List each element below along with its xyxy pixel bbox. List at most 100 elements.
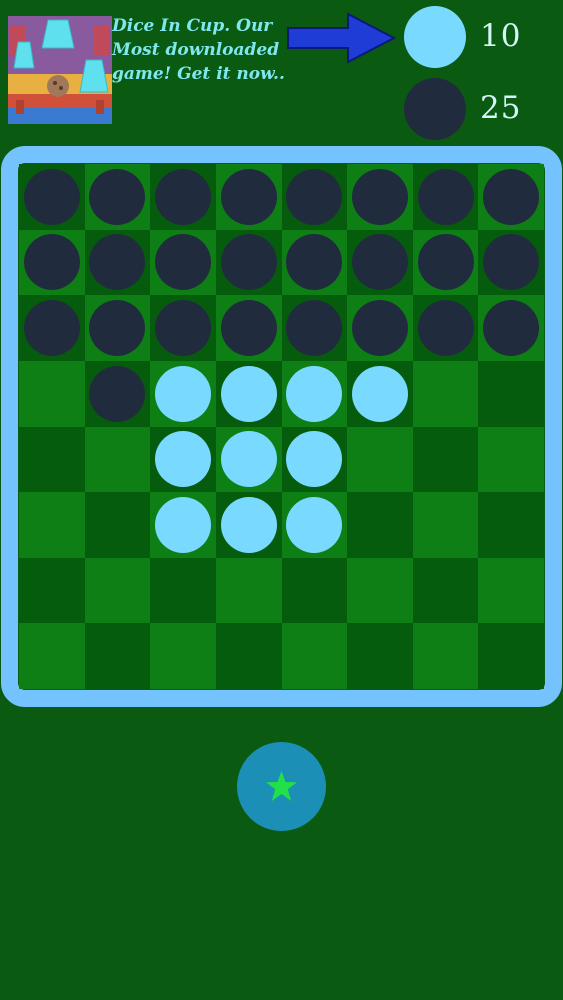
board-cell-r4-c2[interactable]	[84, 360, 151, 427]
star-icon	[266, 771, 297, 801]
board-cell-r5-c4[interactable]	[215, 426, 282, 493]
board-cell-r3-c3[interactable]	[150, 295, 216, 361]
board-cell-r8-c7[interactable]	[412, 623, 479, 689]
dark-piece-icon	[404, 78, 466, 140]
board-cell-r3-c4[interactable]	[215, 295, 282, 361]
board-cell-r4-c7[interactable]	[412, 360, 479, 427]
board-cell-r7-c2[interactable]	[84, 557, 151, 624]
light-score-value: 10	[480, 18, 522, 54]
board-cell-r2-c5[interactable]	[281, 229, 348, 296]
board-cell-r2-c6[interactable]	[347, 229, 413, 296]
light-disc	[286, 365, 343, 422]
dark-disc	[220, 234, 277, 291]
board-cell-r8-c6[interactable]	[347, 623, 413, 689]
board-cell-r6-c6[interactable]	[347, 492, 413, 558]
light-disc	[220, 365, 277, 422]
board-cell-r7-c6[interactable]	[347, 557, 413, 624]
board-cell-r3-c7[interactable]	[412, 295, 479, 361]
board-cell-r6-c2[interactable]	[84, 492, 151, 558]
board-cell-r4-c8[interactable]	[478, 360, 544, 427]
board-cell-r2-c1[interactable]	[19, 229, 85, 296]
ad-text[interactable]: Dice In Cup. Our Most downloaded game! G…	[112, 14, 287, 86]
board-cell-r2-c4[interactable]	[215, 229, 282, 296]
dark-disc	[89, 234, 146, 291]
board-cell-r3-c8[interactable]	[478, 295, 544, 361]
light-piece-icon	[404, 6, 466, 68]
board-cell-r8-c3[interactable]	[150, 623, 216, 689]
dark-disc	[23, 168, 80, 225]
board-cell-r3-c5[interactable]	[281, 295, 348, 361]
board-cell-r3-c2[interactable]	[84, 295, 151, 361]
board-cell-r1-c2[interactable]	[84, 164, 151, 230]
board-cell-r3-c1[interactable]	[19, 295, 85, 361]
board-cell-r3-c6[interactable]	[347, 295, 413, 361]
board-cell-r7-c1[interactable]	[19, 557, 85, 624]
board-cell-r2-c7[interactable]	[412, 229, 479, 296]
dark-disc	[351, 234, 408, 291]
board-cell-r5-c7[interactable]	[412, 426, 479, 493]
board-cell-r8-c5[interactable]	[281, 623, 348, 689]
light-disc	[155, 365, 212, 422]
board-cell-r4-c3[interactable]	[150, 360, 216, 427]
board-cell-r1-c1[interactable]	[19, 164, 85, 230]
light-disc	[220, 496, 277, 553]
ad-banner[interactable]: Dice In Cup. Our Most downloaded game! G…	[8, 10, 396, 130]
light-score: 10	[404, 6, 554, 68]
board-cell-r7-c4[interactable]	[215, 557, 282, 624]
board-cell-r8-c2[interactable]	[84, 623, 151, 689]
dark-disc	[286, 300, 343, 357]
board-cell-r6-c3[interactable]	[150, 492, 216, 558]
board-cell-r2-c3[interactable]	[150, 229, 216, 296]
board-cell-r7-c3[interactable]	[150, 557, 216, 624]
dark-disc	[155, 168, 212, 225]
board-cell-r6-c7[interactable]	[412, 492, 479, 558]
board-cell-r5-c6[interactable]	[347, 426, 413, 493]
dark-disc	[483, 300, 540, 357]
dark-disc	[351, 300, 408, 357]
dark-disc	[286, 234, 343, 291]
board-cell-r8-c1[interactable]	[19, 623, 85, 689]
dice-in-cup-thumbnail[interactable]	[8, 16, 112, 124]
board-cell-r7-c8[interactable]	[478, 557, 544, 624]
dark-disc	[417, 168, 474, 225]
board-cell-r2-c8[interactable]	[478, 229, 544, 296]
dark-score-value: 25	[480, 90, 522, 126]
board-cell-r2-c2[interactable]	[84, 229, 151, 296]
dark-disc	[351, 168, 408, 225]
board-cell-r4-c6[interactable]	[347, 360, 413, 427]
board-cell-r5-c2[interactable]	[84, 426, 151, 493]
board-cell-r4-c4[interactable]	[215, 360, 282, 427]
light-disc	[155, 431, 212, 488]
light-disc	[220, 431, 277, 488]
board-cell-r8-c8[interactable]	[478, 623, 544, 689]
board-grid	[19, 164, 544, 689]
board-cell-r7-c7[interactable]	[412, 557, 479, 624]
dark-disc	[155, 300, 212, 357]
board-cell-r5-c1[interactable]	[19, 426, 85, 493]
dark-disc	[417, 300, 474, 357]
light-disc	[155, 496, 212, 553]
game-board	[1, 146, 562, 707]
board-cell-r5-c8[interactable]	[478, 426, 544, 493]
board-cell-r6-c1[interactable]	[19, 492, 85, 558]
board-cell-r1-c6[interactable]	[347, 164, 413, 230]
board-cell-r1-c7[interactable]	[412, 164, 479, 230]
dark-disc	[89, 365, 146, 422]
hint-button[interactable]	[237, 742, 326, 831]
board-cell-r1-c8[interactable]	[478, 164, 544, 230]
board-cell-r6-c4[interactable]	[215, 492, 282, 558]
board-cell-r7-c5[interactable]	[281, 557, 348, 624]
board-cell-r1-c4[interactable]	[215, 164, 282, 230]
dark-disc	[220, 300, 277, 357]
board-cell-r6-c5[interactable]	[281, 492, 348, 558]
board-cell-r1-c5[interactable]	[281, 164, 348, 230]
board-cell-r1-c3[interactable]	[150, 164, 216, 230]
board-cell-r5-c3[interactable]	[150, 426, 216, 493]
board-cell-r8-c4[interactable]	[215, 623, 282, 689]
board-cell-r5-c5[interactable]	[281, 426, 348, 493]
board-cell-r6-c8[interactable]	[478, 492, 544, 558]
dark-disc	[417, 234, 474, 291]
board-cell-r4-c5[interactable]	[281, 360, 348, 427]
dark-disc	[89, 300, 146, 357]
board-cell-r4-c1[interactable]	[19, 360, 85, 427]
